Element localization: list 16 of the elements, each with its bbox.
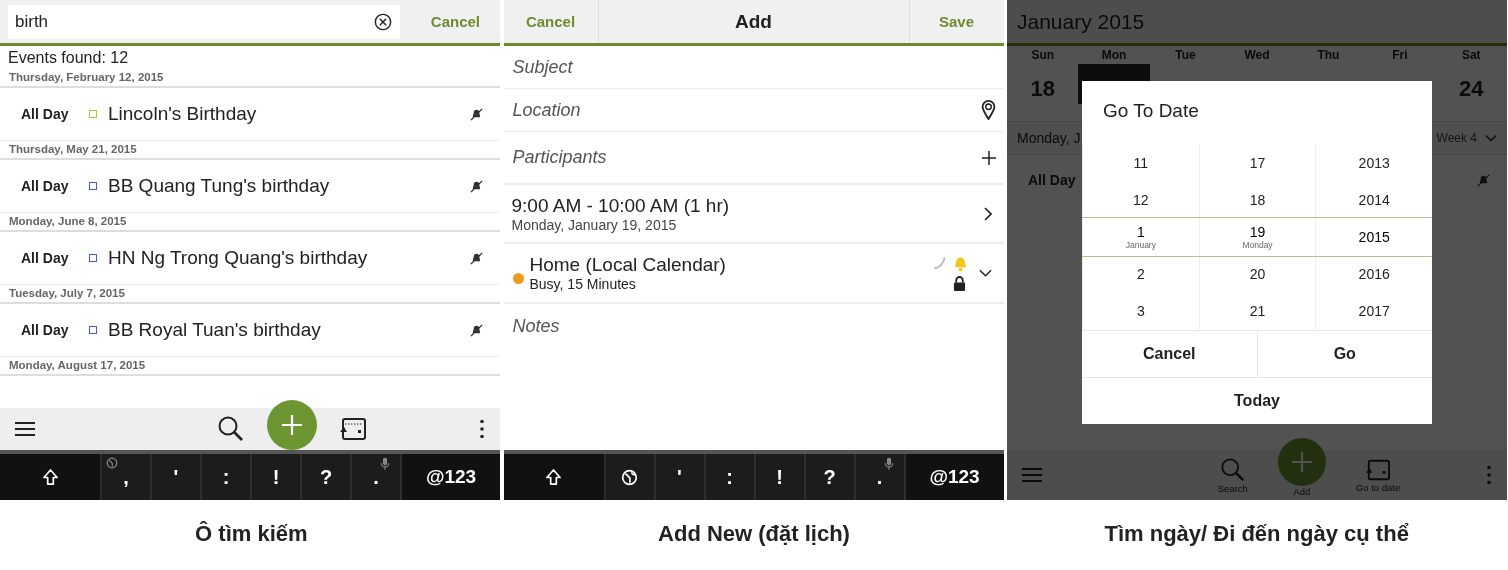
month-title: January 2015 xyxy=(1016,9,1145,34)
date-header: Monday, June 8, 2015 xyxy=(9,215,127,227)
calendar-detail: Busy, 15 Minutes xyxy=(529,276,637,292)
all-day-label: All Day xyxy=(1028,172,1077,188)
calendar-name: Home (Local Calendar) xyxy=(529,254,727,276)
screen-title: Add xyxy=(734,10,773,33)
caption: Ô tìm kiếm xyxy=(195,521,308,547)
date-header: Thursday, May 21, 2015 xyxy=(9,143,137,155)
events-count: Events found: 12 xyxy=(7,48,130,68)
date-header: Tuesday, July 7, 2015 xyxy=(9,287,125,299)
date-header: Monday, August 17, 2015 xyxy=(9,359,146,371)
date-header: Thursday, February 12, 2015 xyxy=(9,71,164,83)
caption: Tìm ngày/ Đi đến ngày cụ thể xyxy=(1104,521,1409,547)
dialog-title: Go To Date xyxy=(1102,99,1200,123)
selected-date-label: Monday, J xyxy=(1017,130,1081,146)
caption: Add New (đặt lịch) xyxy=(658,521,850,547)
